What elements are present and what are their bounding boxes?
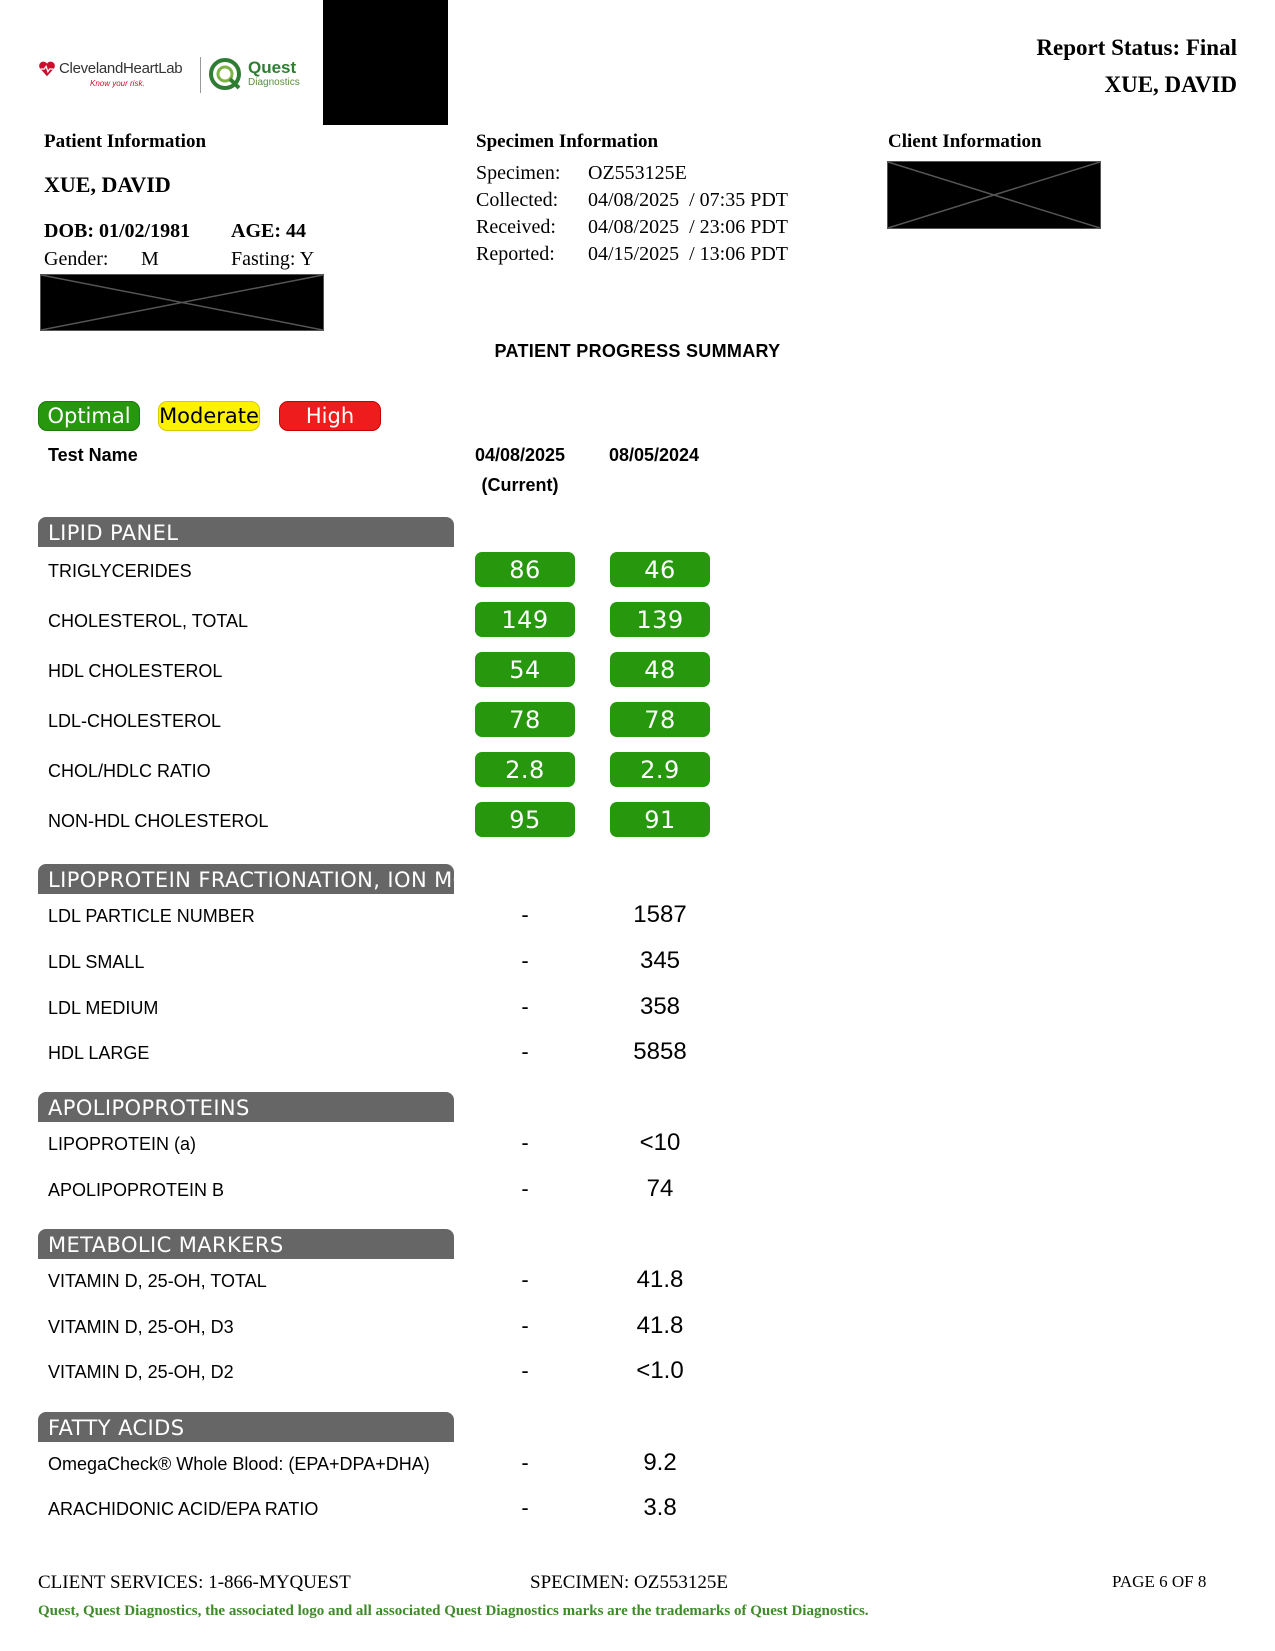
test-name-ldl-particle-number: LDL PARTICLE NUMBER	[48, 906, 255, 926]
prior-value-apolipoprotein-b: 74	[646, 1175, 674, 1202]
specimen-value: OZ553125E	[588, 162, 687, 184]
footer-page-number: PAGE 6 OF 8	[1112, 1572, 1207, 1591]
test-name-apolipoprotein-b: APOLIPOPROTEIN B	[48, 1180, 225, 1200]
fasting-status: Fasting: Y	[231, 248, 315, 270]
prior-value-vitamin-d-d2: <1.0	[636, 1357, 684, 1384]
current-value-hdl-cholesterol: 54	[475, 652, 575, 687]
footer-trademark: Quest, Quest Diagnostics, the associated…	[38, 1603, 869, 1619]
test-name-vitamin-d-total: VITAMIN D, 25-OH, TOTAL	[48, 1271, 267, 1291]
section-lipoprotein-fractionation: LIPOPROTEIN FRACTIONATION, ION MOBILITY	[38, 864, 454, 894]
current-value-ldl-cholesterol: 78	[475, 702, 575, 737]
reported-value: 04/15/2025 / 13:06 PDT	[588, 243, 789, 265]
current-value-cholesterol-total: 149	[475, 602, 575, 637]
section-fatty-acids: FATTY ACIDS	[38, 1412, 454, 1442]
section-lipid-panel: LIPID PANEL	[38, 517, 454, 547]
patient-info-title: Patient Information	[44, 131, 207, 152]
current-value-chol-hdlc-ratio: 2.8	[475, 752, 575, 787]
received-label: Received:	[476, 216, 556, 238]
specimen-info-title: Specimen Information	[476, 131, 659, 152]
prior-value-vitamin-d-total: 41.8	[636, 1266, 684, 1293]
test-name-hdl-large: HDL LARGE	[48, 1043, 150, 1063]
cleveland-heartlab-logo-text: ClevelandHeartLab	[59, 60, 183, 77]
prior-value-hdl-large: 5858	[633, 1038, 687, 1065]
prior-value-arachidonic-epa-ratio: 3.8	[643, 1494, 677, 1521]
current-value-apolipoprotein-b: -	[521, 1176, 529, 1201]
prior-value-ldl-medium: 358	[639, 993, 681, 1020]
test-name-omegacheck: OmegaCheck® Whole Blood: (EPA+DPA+DHA)	[48, 1454, 430, 1474]
col-header-current-date: 04/08/2025	[474, 445, 566, 465]
current-value-ldl-small: -	[521, 948, 529, 973]
test-name-lipoprotein-a: LIPOPROTEIN (a)	[48, 1134, 197, 1154]
legend-moderate: Moderate	[158, 401, 260, 431]
prior-value-non-hdl-cholesterol: 91	[610, 802, 710, 837]
header-patient-name: XUE, DAVID	[1104, 72, 1238, 97]
test-name-non-hdl-cholesterol: NON-HDL CHOLESTEROL	[48, 811, 269, 831]
received-value: 04/08/2025 / 23:06 PDT	[588, 216, 789, 238]
redacted-patient-box	[40, 274, 324, 331]
current-value-triglycerides: 86	[475, 552, 575, 587]
prior-value-cholesterol-total: 139	[610, 602, 710, 637]
specimen-label: Specimen:	[476, 162, 561, 184]
col-header-current-tag: (Current)	[481, 475, 559, 495]
legend-optimal: Optimal	[38, 401, 140, 431]
cleveland-tagline: Know your risk.	[90, 79, 145, 88]
test-name-chol-hdlc-ratio: CHOL/HDLC RATIO	[48, 761, 211, 781]
legend-high: High	[279, 401, 381, 431]
test-name-cholesterol-total: CHOLESTEROL, TOTAL	[48, 611, 249, 631]
quest-logo-icon	[209, 58, 241, 90]
current-value-hdl-large: -	[521, 1039, 529, 1064]
prior-value-hdl-cholesterol: 48	[610, 652, 710, 687]
prior-value-lipoprotein-a: <10	[639, 1129, 681, 1156]
current-value-omegacheck: -	[521, 1450, 529, 1475]
footer-client-services: CLIENT SERVICES: 1-866-MYQUEST	[38, 1572, 351, 1593]
client-info-title: Client Information	[888, 131, 1042, 152]
current-value-ldl-medium: -	[521, 994, 529, 1019]
summary-title: PATIENT PROGRESS SUMMARY	[494, 341, 781, 361]
test-name-hdl-cholesterol: HDL CHOLESTEROL	[48, 661, 223, 681]
prior-value-chol-hdlc-ratio: 2.9	[610, 752, 710, 787]
patient-dob: DOB: 01/02/1981	[44, 220, 191, 242]
gender-value: M	[141, 248, 159, 270]
test-name-vitamin-d-d3: VITAMIN D, 25-OH, D3	[48, 1317, 234, 1337]
current-value-arachidonic-epa-ratio: -	[521, 1495, 529, 1520]
prior-value-ldl-particle-number: 1587	[633, 901, 687, 928]
col-header-prior-date: 08/05/2024	[608, 445, 700, 465]
test-name-arachidonic-epa-ratio: ARACHIDONIC ACID/EPA RATIO	[48, 1499, 319, 1519]
section-apolipoproteins: APOLIPOPROTEINS	[38, 1092, 454, 1122]
test-name-triglycerides: TRIGLYCERIDES	[48, 561, 192, 581]
report-status: Report Status: Final	[1036, 35, 1237, 60]
redacted-block-top	[323, 0, 448, 125]
collected-label: Collected:	[476, 189, 559, 211]
quest-logo-subtext: Diagnostics	[248, 77, 300, 88]
test-name-ldl-medium: LDL MEDIUM	[48, 998, 159, 1018]
footer-specimen: SPECIMEN: OZ553125E	[530, 1572, 728, 1593]
redacted-client-box	[887, 161, 1101, 229]
current-value-lipoprotein-a: -	[521, 1130, 529, 1155]
lab-logos: ClevelandHeartLab Know your risk. Quest …	[38, 55, 318, 95]
current-value-non-hdl-cholesterol: 95	[475, 802, 575, 837]
collected-value: 04/08/2025 / 07:35 PDT	[588, 189, 789, 211]
current-value-vitamin-d-d3: -	[521, 1313, 529, 1338]
prior-value-triglycerides: 46	[610, 552, 710, 587]
patient-name: XUE, DAVID	[44, 172, 171, 197]
quest-logo-text: Quest	[248, 58, 297, 77]
gender-label: Gender:	[44, 248, 109, 270]
prior-value-omegacheck: 9.2	[643, 1449, 677, 1476]
prior-value-vitamin-d-d3: 41.8	[636, 1312, 684, 1339]
test-name-ldl-small: LDL SMALL	[48, 952, 145, 972]
col-header-test-name: Test Name	[48, 445, 138, 465]
section-metabolic-markers: METABOLIC MARKERS	[38, 1229, 454, 1259]
current-value-vitamin-d-d2: -	[521, 1358, 529, 1383]
prior-value-ldl-small: 345	[639, 947, 681, 974]
current-value-ldl-particle-number: -	[521, 902, 529, 927]
reported-label: Reported:	[476, 243, 555, 265]
patient-age: AGE: 44	[231, 220, 306, 242]
test-name-ldl-cholesterol: LDL-CHOLESTEROL	[48, 711, 222, 731]
heart-logo-icon	[39, 61, 55, 77]
current-value-vitamin-d-total: -	[521, 1267, 529, 1292]
logo-divider	[200, 57, 201, 93]
prior-value-ldl-cholesterol: 78	[610, 702, 710, 737]
test-name-vitamin-d-d2: VITAMIN D, 25-OH, D2	[48, 1362, 234, 1382]
